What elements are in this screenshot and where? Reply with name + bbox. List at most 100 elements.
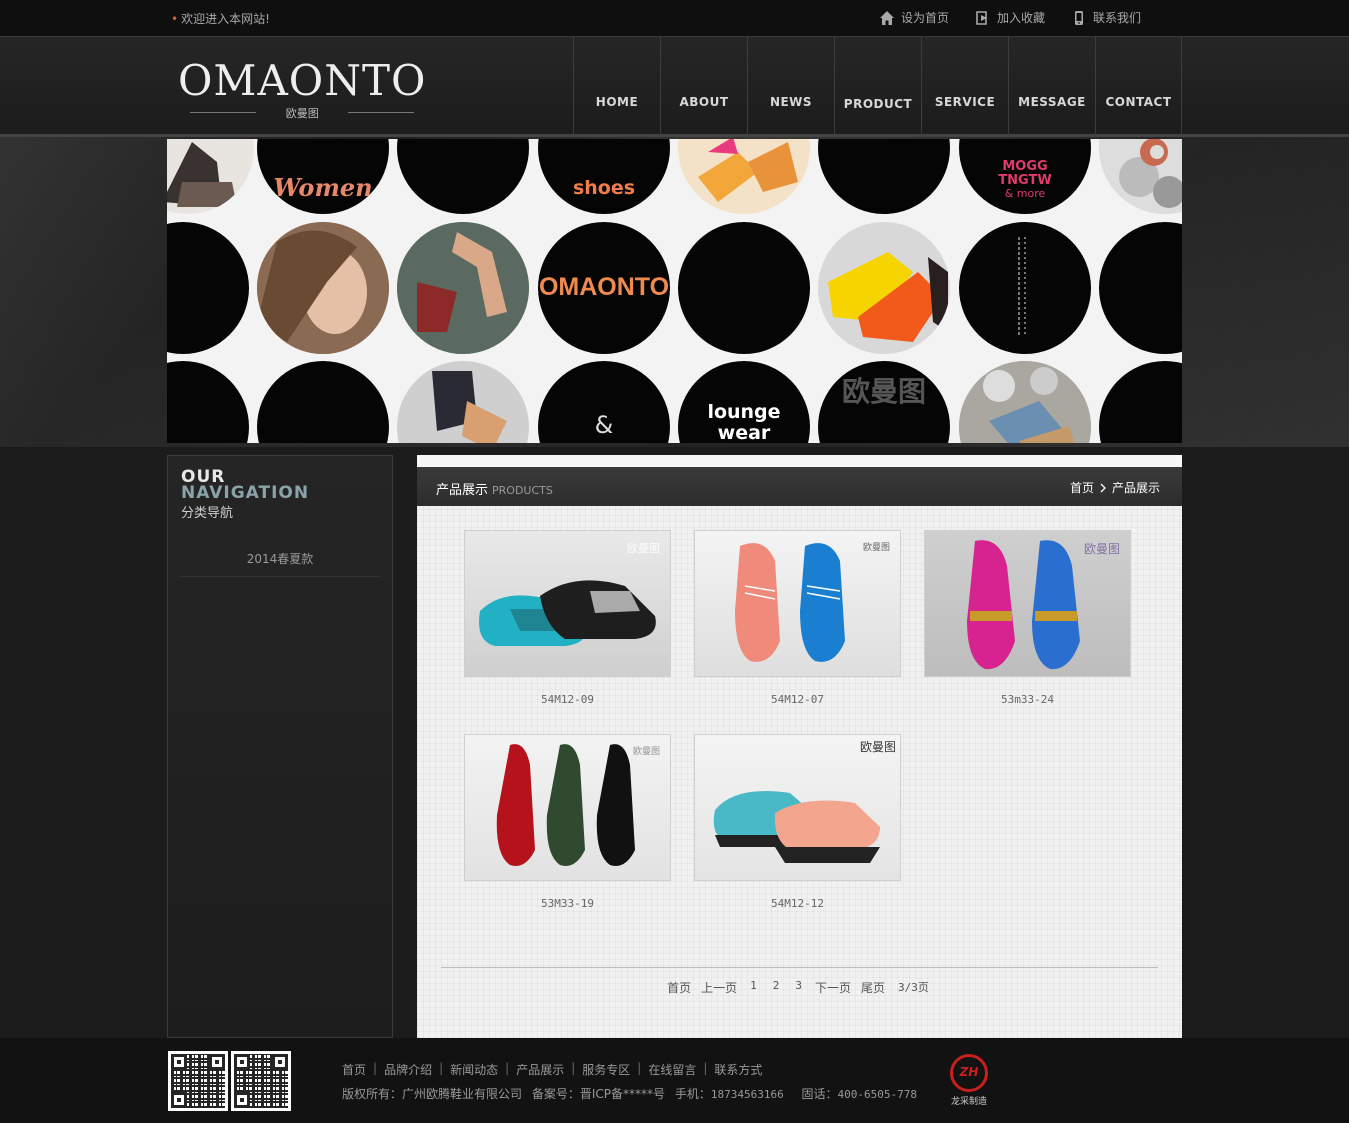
footer-separator: | <box>571 1061 576 1075</box>
copyright-text: 版权所有：广州欧腾鞋业有限公司 <box>342 1087 523 1101</box>
banner-circle-blank-7 <box>257 361 389 443</box>
nav-home[interactable]: HOME <box>573 37 660 136</box>
product-card[interactable]: 欧曼图 53m33-24 <box>924 530 1131 706</box>
contact-us-link[interactable]: 联系我们 <box>1071 9 1141 26</box>
footer-separator: | <box>505 1061 510 1075</box>
pager-last[interactable]: 尾页 <box>861 979 885 996</box>
footer-separator: | <box>637 1061 642 1075</box>
qr-finder <box>234 1092 250 1108</box>
footer-link-brand[interactable]: 品牌介绍 <box>384 1061 432 1078</box>
pager-page-2[interactable]: 2 <box>770 979 783 996</box>
welcome-text: • 欢迎进入本网站! <box>171 12 270 26</box>
icp-text: 备案号：晋ICP备*****号 <box>531 1087 665 1101</box>
nav-contact-label: CONTACT <box>1105 95 1172 109</box>
breadcrumb-current[interactable]: 产品展示 <box>1112 479 1160 496</box>
site-logo[interactable]: OMAONTO 欧曼图 <box>178 57 426 121</box>
product-code[interactable]: 54M12-12 <box>694 897 901 910</box>
contact-us-label: 联系我们 <box>1092 11 1141 25</box>
footer-link-home[interactable]: 首页 <box>342 1061 366 1078</box>
product-code[interactable]: 54M12-07 <box>694 693 901 706</box>
bookmark-icon <box>976 10 987 25</box>
tel-number: 400-6505-778 <box>837 1088 918 1101</box>
product-image[interactable]: 欧曼图 <box>694 530 901 677</box>
sidebar-title-cn: 分类导航 <box>181 506 234 521</box>
pager-page-3[interactable]: 3 <box>792 979 805 996</box>
pager-prev[interactable]: 上一页 <box>701 979 737 996</box>
breadcrumb-home[interactable]: 首页 <box>1070 479 1094 496</box>
top-bar: • 欢迎进入本网站! 设为首页 加入收藏 联系我们 <box>0 0 1349 37</box>
legs-photo-icon <box>397 222 529 354</box>
pager-first[interactable]: 首页 <box>667 979 691 996</box>
logo-subtitle: 欧曼图 <box>178 105 426 121</box>
nav-product-label: PRODUCT <box>843 97 913 111</box>
footer: 首页 | 品牌介绍 | 新闻动态 | 产品展示 | 服务专区 | 在线留言 | 联系方式 版… <box>0 1038 1349 1123</box>
footer-link-service[interactable]: 服务专区 <box>582 1061 630 1078</box>
product-watermark: 欧曼图 <box>632 747 660 757</box>
section-title-cn: 产品展示 <box>436 483 489 498</box>
product-code[interactable]: 54M12-09 <box>464 693 671 706</box>
pager-page-1[interactable]: 1 <box>747 979 760 996</box>
banner-circle-blank-4 <box>678 222 810 354</box>
qr-finder <box>209 1054 225 1070</box>
add-favorite-link[interactable]: 加入收藏 <box>975 9 1045 26</box>
loafers-photo-icon <box>959 361 1091 443</box>
nav-service-label: SERVICE <box>934 95 996 109</box>
qr-pattern <box>234 1054 288 1108</box>
sidebar-item-2014-spring-summer[interactable]: 2014春夏款 <box>180 550 380 577</box>
qr-finder <box>234 1054 250 1070</box>
main-top-strip <box>417 455 1182 467</box>
product-code[interactable]: 53m33-24 <box>924 693 1131 706</box>
section-title-en: PRODUCTS <box>492 484 553 497</box>
banner-cn-brand-text: 欧曼图 <box>841 374 926 408</box>
qr-finder <box>171 1054 187 1070</box>
product-card[interactable]: 欧曼图 54M12-12 <box>694 734 901 910</box>
footer-link-contact[interactable]: 联系方式 <box>714 1061 762 1078</box>
maker-logo[interactable]: ZH 龙采制造 <box>947 1054 991 1107</box>
footer-link-products[interactable]: 产品展示 <box>516 1061 564 1078</box>
nav-contact[interactable]: CONTACT <box>1095 37 1182 136</box>
qr-finder <box>171 1092 187 1108</box>
nav-message[interactable]: MESSAGE <box>1008 37 1095 136</box>
dragon-logo-icon: ZH <box>950 1054 988 1092</box>
nav-about[interactable]: ABOUT <box>660 37 747 136</box>
product-card[interactable]: 欧曼图 53M33-19 <box>464 734 671 910</box>
nav-home-label: HOME <box>595 95 639 109</box>
banner-circle-legs <box>397 222 529 354</box>
sidebar-title-navigation: NAVIGATION <box>181 483 310 503</box>
boots-photo-icon <box>432 371 507 443</box>
qr-code-2 <box>231 1051 291 1111</box>
banner-circle-blank-6 <box>167 361 249 443</box>
banner-circle-brand: OMAONTO <box>538 222 670 354</box>
banner-circle-loafers <box>959 361 1091 443</box>
nav-news-label: NEWS <box>769 95 813 109</box>
nav-news[interactable]: NEWS <box>747 37 834 136</box>
product-image[interactable]: 欧曼图 <box>924 530 1131 677</box>
product-card[interactable]: 欧曼图 54M12-07 <box>694 530 901 706</box>
pagination: 首页 上一页 1 2 3 下一页 尾页 3/3页 <box>417 979 1182 996</box>
phone-label: 手机： <box>674 1087 711 1101</box>
footer-link-news[interactable]: 新闻动态 <box>450 1061 498 1078</box>
banner-circle-stones <box>1099 139 1182 214</box>
nav-product[interactable]: PRODUCT <box>834 37 921 136</box>
product-image[interactable]: 欧曼图 <box>694 734 901 881</box>
product-card[interactable]: 欧曼图 54M12-09 <box>464 530 671 706</box>
top-links: 设为首页 加入收藏 联系我们 <box>879 9 1141 26</box>
banner-mogg-block: MOGG TNGTW & more <box>998 159 1051 201</box>
product-watermark: 欧曼图 <box>627 542 660 555</box>
nav-service[interactable]: SERVICE <box>921 37 1008 136</box>
product-image[interactable]: 欧曼图 <box>464 530 671 677</box>
phone-number: 18734563166 <box>710 1088 784 1101</box>
product-code[interactable]: 53M33-19 <box>464 897 671 910</box>
banner-brand-text: OMAONTO <box>538 273 670 302</box>
main-content: 产品展示 PRODUCTS 首页 产品展示 欧曼图 54M12-09 欧曼图 5… <box>417 455 1182 1038</box>
maker-text: 龙采制造 <box>950 1097 987 1107</box>
footer-link-message[interactable]: 在线留言 <box>648 1061 696 1078</box>
set-homepage-link[interactable]: 设为首页 <box>879 9 949 26</box>
banner-circle-shoes: shoes <box>538 139 670 214</box>
product-image[interactable]: 欧曼图 <box>464 734 671 881</box>
banner-more-text: & more <box>1004 187 1046 201</box>
footer-links: 首页 | 品牌介绍 | 新闻动态 | 产品展示 | 服务专区 | 在线留言 | 联系方式 <box>342 1061 762 1078</box>
banner-circle-oxfords <box>818 222 950 354</box>
pager-next[interactable]: 下一页 <box>815 979 851 996</box>
banner-circle-cn-brand: 欧曼图 <box>818 361 950 443</box>
